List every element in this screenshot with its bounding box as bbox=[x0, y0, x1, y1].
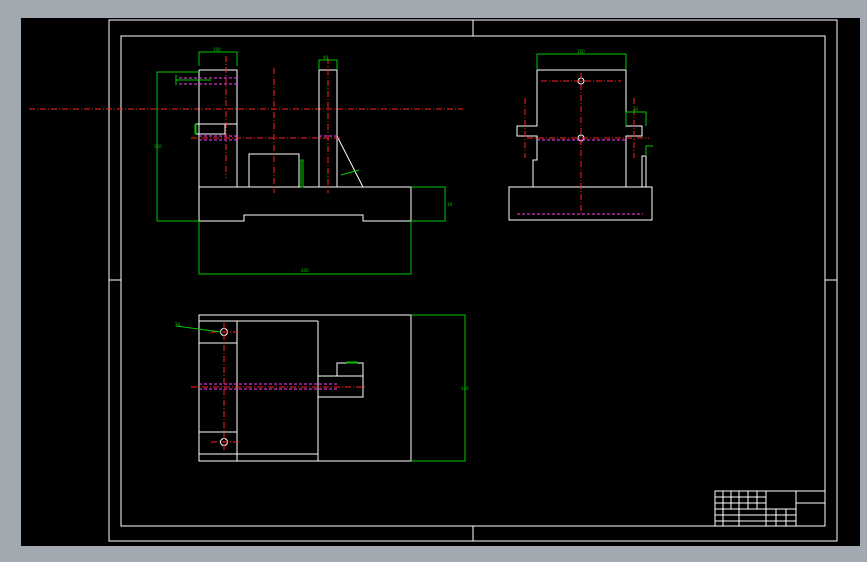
top-view-dimensions: 146 2X bbox=[175, 314, 469, 462]
side-view: 160 30 bbox=[508, 49, 653, 221]
svg-text:30: 30 bbox=[447, 202, 453, 207]
front-view-base bbox=[198, 186, 412, 222]
svg-text:40: 40 bbox=[323, 55, 329, 60]
top-view-boss-top bbox=[336, 362, 364, 377]
outer-border bbox=[108, 19, 838, 542]
drawing-sheet bbox=[108, 19, 838, 542]
svg-text:200: 200 bbox=[301, 268, 309, 273]
svg-text:146: 146 bbox=[461, 386, 469, 391]
drawing-canvas[interactable]: 100 40 150 30 200 160 30 146 2X bbox=[21, 18, 860, 546]
front-view-left-column bbox=[198, 69, 238, 187]
svg-text:150: 150 bbox=[154, 144, 162, 149]
top-view: 146 2X bbox=[175, 314, 469, 462]
top-view-outline bbox=[198, 314, 412, 462]
inner-border bbox=[120, 35, 826, 527]
svg-text:100: 100 bbox=[213, 47, 221, 52]
svg-text:160: 160 bbox=[577, 49, 585, 54]
title-block bbox=[714, 490, 826, 527]
svg-text:2X: 2X bbox=[175, 322, 181, 327]
front-view: 100 40 150 30 200 bbox=[29, 47, 463, 275]
svg-text:30: 30 bbox=[633, 107, 639, 112]
front-view-rib bbox=[336, 135, 364, 188]
